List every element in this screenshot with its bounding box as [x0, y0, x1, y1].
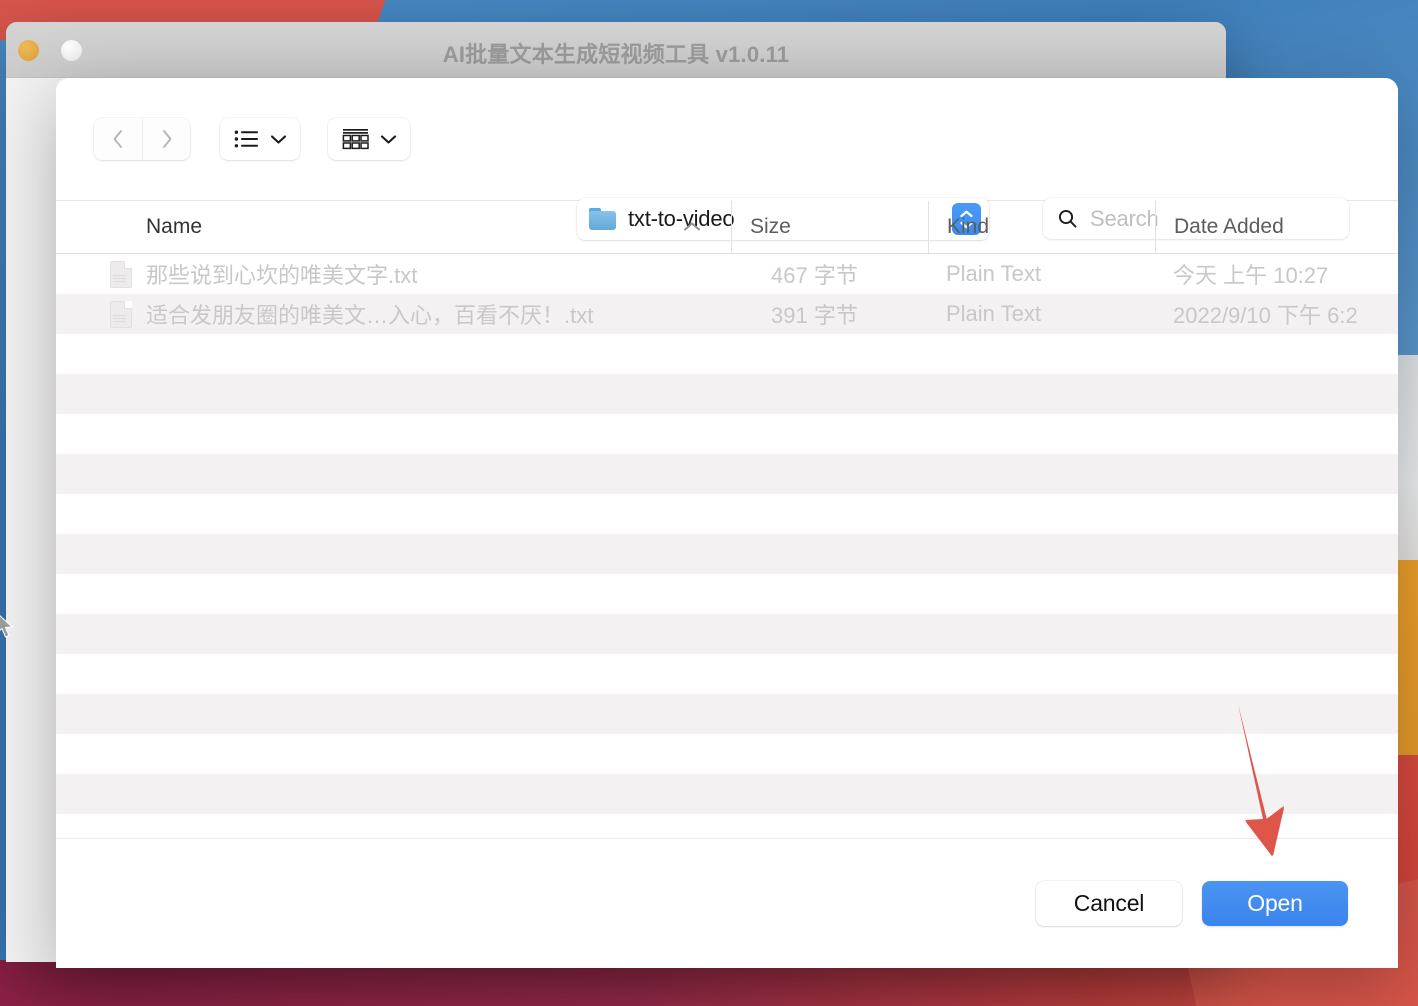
column-header-row: Name Size Kind Date Added — [56, 200, 1398, 254]
chevron-down-icon — [380, 134, 397, 144]
group-view-button[interactable] — [328, 118, 410, 160]
column-header-name[interactable]: Name — [56, 201, 731, 253]
empty-row — [56, 814, 1398, 838]
file-name-cell: 适合发朋友圈的唯美文…入心，百看不厌！.txt — [56, 298, 731, 330]
column-header-size[interactable]: Size — [731, 201, 928, 253]
file-size-cell: 391 字节 — [771, 303, 858, 328]
cancel-button[interactable]: Cancel — [1036, 881, 1182, 926]
dialog-toolbar: txt-to-video — [56, 78, 1398, 240]
empty-row — [56, 694, 1398, 734]
file-kind-cell: Plain Text — [946, 261, 1041, 286]
column-label-date-added: Date Added — [1174, 215, 1284, 238]
mouse-pointer-icon — [0, 615, 14, 638]
file-name-label: 适合发朋友圈的唯美文…入心，百看不厌！.txt — [146, 303, 594, 328]
column-label-kind: Kind — [947, 215, 990, 238]
empty-row — [56, 774, 1398, 814]
empty-row — [56, 534, 1398, 574]
column-header-date-added[interactable]: Date Added — [1155, 201, 1398, 253]
empty-row — [56, 334, 1398, 374]
file-list[interactable]: 那些说到心坎的唯美文字.txt 467 字节 Plain Text 今天 上午 10:… — [56, 254, 1398, 838]
empty-row — [56, 734, 1398, 774]
forward-button[interactable] — [142, 118, 190, 160]
file-date-cell: 今天 上午 10:27 — [1173, 263, 1329, 288]
list-view-button[interactable] — [220, 118, 300, 160]
list-view-icon — [234, 130, 258, 148]
back-button[interactable] — [94, 118, 142, 160]
empty-row — [56, 654, 1398, 694]
chevron-left-icon — [113, 130, 122, 148]
navigation-buttons — [94, 118, 190, 160]
chevron-right-icon — [163, 130, 172, 148]
open-file-dialog: txt-to-video Name — [56, 78, 1398, 968]
file-row[interactable]: 那些说到心坎的唯美文字.txt 467 字节 Plain Text 今天 上午 10:… — [56, 254, 1398, 294]
grid-view-icon — [342, 129, 369, 150]
text-document-icon — [110, 260, 132, 288]
app-titlebar: AI批量文本生成短视频工具 v1.0.11 — [6, 22, 1226, 78]
empty-row — [56, 454, 1398, 494]
dialog-footer: Cancel Open — [56, 838, 1398, 968]
file-name-label: 那些说到心坎的唯美文字.txt — [146, 263, 418, 288]
chevron-down-icon — [270, 134, 287, 144]
empty-row — [56, 494, 1398, 534]
empty-row — [56, 374, 1398, 414]
file-row[interactable]: 适合发朋友圈的唯美文…入心，百看不厌！.txt 391 字节 Plain Text 2… — [56, 294, 1398, 334]
empty-row — [56, 574, 1398, 614]
column-label-size: Size — [750, 215, 791, 238]
file-date-cell: 2022/9/10 下午 6:2 — [1173, 303, 1358, 328]
file-kind-cell: Plain Text — [946, 301, 1041, 326]
sort-ascending-icon — [684, 222, 700, 231]
file-name-cell: 那些说到心坎的唯美文字.txt — [56, 258, 731, 290]
app-title: AI批量文本生成短视频工具 v1.0.11 — [442, 42, 790, 67]
open-button[interactable]: Open — [1202, 881, 1348, 926]
column-label-name: Name — [146, 215, 203, 238]
empty-row — [56, 414, 1398, 454]
column-header-kind[interactable]: Kind — [928, 201, 1155, 253]
text-document-icon — [110, 300, 132, 328]
empty-row — [56, 614, 1398, 654]
file-size-cell: 467 字节 — [771, 263, 858, 288]
